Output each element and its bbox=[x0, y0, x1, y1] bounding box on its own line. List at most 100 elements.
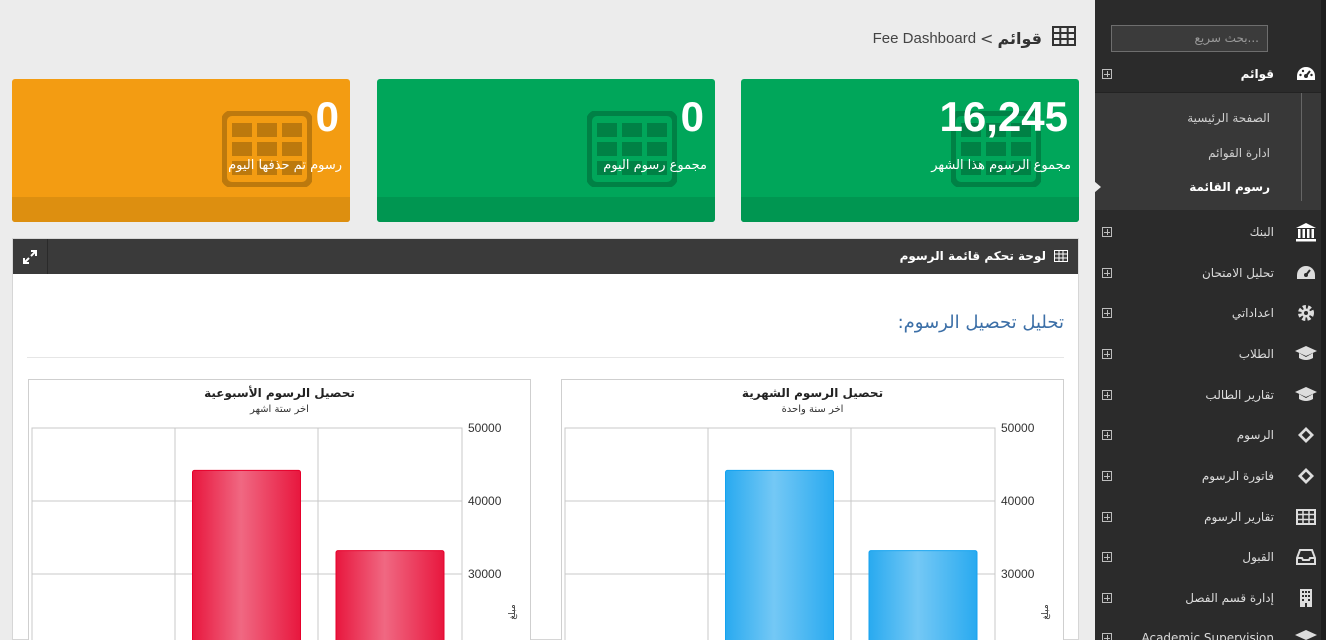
submenu-guide-line bbox=[1301, 93, 1302, 201]
sidebar-item-student-reports[interactable]: تقارير الطالب bbox=[1095, 375, 1326, 415]
panel-title-text: لوحة تحكم قائمة الرسوم bbox=[899, 249, 1046, 263]
y-tick-label: 30000 bbox=[468, 567, 502, 581]
graduation-cap-icon bbox=[1294, 342, 1318, 366]
stat-value: 0 bbox=[315, 93, 339, 140]
card-footer[interactable] bbox=[12, 197, 350, 222]
bar[interactable] bbox=[725, 469, 834, 640]
graduation-cap-icon bbox=[1294, 383, 1318, 407]
sidebar-item-label: القبول bbox=[1242, 550, 1274, 564]
sidebar-item-bank[interactable]: البنك bbox=[1095, 212, 1326, 252]
dashboard-submenu: الصفحة الرئيسية ادارة القوائم رسوم القائ… bbox=[1095, 92, 1326, 210]
sidebar-item-students[interactable]: الطلاب bbox=[1095, 334, 1326, 374]
building-icon bbox=[1294, 586, 1318, 610]
expand-plus-icon[interactable] bbox=[1102, 69, 1112, 79]
submenu-item-home[interactable]: الصفحة الرئيسية bbox=[1187, 111, 1270, 125]
gear-icon bbox=[1294, 301, 1318, 325]
sidebar-item-fee-invoice[interactable]: فاتورة الرسوم bbox=[1095, 456, 1326, 496]
sidebar-item-dashboard[interactable]: قوائم bbox=[1095, 54, 1326, 94]
inbox-icon bbox=[1294, 545, 1318, 569]
chart-plot: 30000 40000 50000 مبلغ bbox=[564, 421, 1051, 640]
expand-plus-icon[interactable] bbox=[1102, 471, 1112, 481]
stat-caption: مجموع الرسوم هذا الشهر bbox=[931, 158, 1071, 173]
stat-caption: رسوم تم حذفها اليوم bbox=[228, 158, 342, 173]
dashboard-icon bbox=[1294, 261, 1318, 285]
active-pointer bbox=[1095, 181, 1101, 193]
bar[interactable] bbox=[868, 550, 978, 640]
card-footer[interactable] bbox=[377, 197, 715, 222]
sidebar-item-label: البنك bbox=[1249, 225, 1274, 239]
sidebar-item-label: الرسوم bbox=[1236, 428, 1274, 442]
stat-card-deleted-today: 0 رسوم تم حذفها اليوم bbox=[12, 79, 350, 222]
table-icon bbox=[1294, 505, 1318, 529]
panel-title: لوحة تحكم قائمة الرسوم bbox=[900, 249, 1068, 263]
ticket-icon bbox=[1294, 423, 1318, 447]
divider bbox=[27, 357, 1064, 358]
y-axis-label: مبلغ bbox=[508, 604, 518, 619]
sidebar-item-label: قوائم bbox=[1240, 67, 1274, 81]
expand-plus-icon[interactable] bbox=[1102, 390, 1112, 400]
quick-search-input[interactable]: ...بحث سريع bbox=[1111, 25, 1268, 52]
sidebar-item-academic-supervision[interactable]: Academic Supervision bbox=[1095, 618, 1326, 640]
y-tick-label: 40000 bbox=[1001, 494, 1035, 508]
y-axis-label: مبلغ bbox=[1041, 604, 1051, 619]
sidebar-item-label: تحليل الامتحان bbox=[1201, 266, 1274, 280]
breadcrumb-separator: > bbox=[980, 28, 994, 48]
graduation-cap-icon bbox=[1294, 626, 1318, 640]
table-icon bbox=[1054, 250, 1068, 262]
breadcrumb-page: Fee Dashboard bbox=[872, 29, 977, 47]
sidebar-item-label: إدارة قسم الفصل bbox=[1185, 591, 1274, 605]
sidebar-item-fee-reports[interactable]: تقارير الرسوم bbox=[1095, 497, 1326, 537]
fee-dashboard-panel: لوحة تحكم قائمة الرسوم تحليل تحصيل الرسو… bbox=[12, 238, 1079, 640]
sidebar-item-label: اعداداتي bbox=[1231, 306, 1274, 320]
breadcrumb-section[interactable]: قوائم bbox=[997, 29, 1042, 48]
sidebar-item-label: تقارير الرسوم bbox=[1204, 510, 1274, 524]
sidebar-item-label: Academic Supervision bbox=[1141, 631, 1274, 640]
bank-icon bbox=[1294, 220, 1318, 244]
bar[interactable] bbox=[335, 550, 445, 640]
expand-plus-icon[interactable] bbox=[1102, 308, 1112, 318]
ticket-icon bbox=[1294, 464, 1318, 488]
expand-plus-icon[interactable] bbox=[1102, 512, 1112, 522]
card-footer[interactable] bbox=[741, 197, 1079, 222]
weekly-fee-chart: تحصيل الرسوم الأسبوعية اخر ستة اشهر 3000… bbox=[28, 379, 531, 640]
sidebar-scrollbar[interactable] bbox=[1321, 0, 1326, 640]
sidebar: ...بحث سريع قوائم الصفحة الرئيسية ادارة … bbox=[1095, 0, 1326, 640]
y-tick-label: 40000 bbox=[468, 494, 502, 508]
expand-plus-icon[interactable] bbox=[1102, 227, 1112, 237]
table-icon bbox=[1052, 26, 1076, 50]
expand-button[interactable] bbox=[13, 239, 48, 274]
sidebar-item-exam-analysis[interactable]: تحليل الامتحان bbox=[1095, 253, 1326, 293]
bar[interactable] bbox=[192, 469, 301, 640]
stat-caption: مجموع رسوم اليوم bbox=[603, 158, 707, 173]
expand-plus-icon[interactable] bbox=[1102, 633, 1112, 640]
expand-plus-icon[interactable] bbox=[1102, 430, 1112, 440]
y-tick-label: 30000 bbox=[1001, 567, 1035, 581]
chart-plot: 30000 40000 50000 مبلغ bbox=[31, 421, 518, 640]
expand-plus-icon[interactable] bbox=[1102, 552, 1112, 562]
expand-plus-icon[interactable] bbox=[1102, 349, 1112, 359]
table-icon bbox=[587, 111, 677, 187]
sidebar-item-label: فاتورة الرسوم bbox=[1201, 469, 1274, 483]
stat-card-month-total: 16,245 مجموع الرسوم هذا الشهر bbox=[741, 79, 1079, 222]
expand-icon bbox=[23, 249, 37, 264]
sidebar-item-class-management[interactable]: إدارة قسم الفصل bbox=[1095, 578, 1326, 618]
y-tick-label: 50000 bbox=[468, 421, 502, 435]
submenu-item-fee-list[interactable]: رسوم القائمة bbox=[1189, 180, 1270, 194]
panel-header: لوحة تحكم قائمة الرسوم bbox=[13, 239, 1078, 274]
y-tick-label: 50000 bbox=[1001, 421, 1035, 435]
sidebar-item-settings[interactable]: اعداداتي bbox=[1095, 293, 1326, 333]
monthly-fee-chart: تحصيل الرسوم الشهرية اخر سنة واحدة 30000… bbox=[561, 379, 1064, 640]
breadcrumb: قوائم > Fee Dashboard bbox=[873, 26, 1076, 50]
expand-plus-icon[interactable] bbox=[1102, 593, 1112, 603]
stat-card-today-total: 0 مجموع رسوم اليوم bbox=[377, 79, 715, 222]
stat-value: 0 bbox=[680, 93, 704, 140]
table-icon bbox=[222, 111, 312, 187]
submenu-item-manage-lists[interactable]: ادارة القوائم bbox=[1208, 146, 1270, 160]
sidebar-item-fees[interactable]: الرسوم bbox=[1095, 415, 1326, 455]
stat-value: 16,245 bbox=[939, 93, 1068, 140]
dashboard-icon bbox=[1294, 62, 1318, 86]
sidebar-item-label: تقارير الطالب bbox=[1205, 388, 1274, 402]
sidebar-item-label: الطلاب bbox=[1238, 347, 1274, 361]
sidebar-item-admission[interactable]: القبول bbox=[1095, 537, 1326, 577]
expand-plus-icon[interactable] bbox=[1102, 268, 1112, 278]
